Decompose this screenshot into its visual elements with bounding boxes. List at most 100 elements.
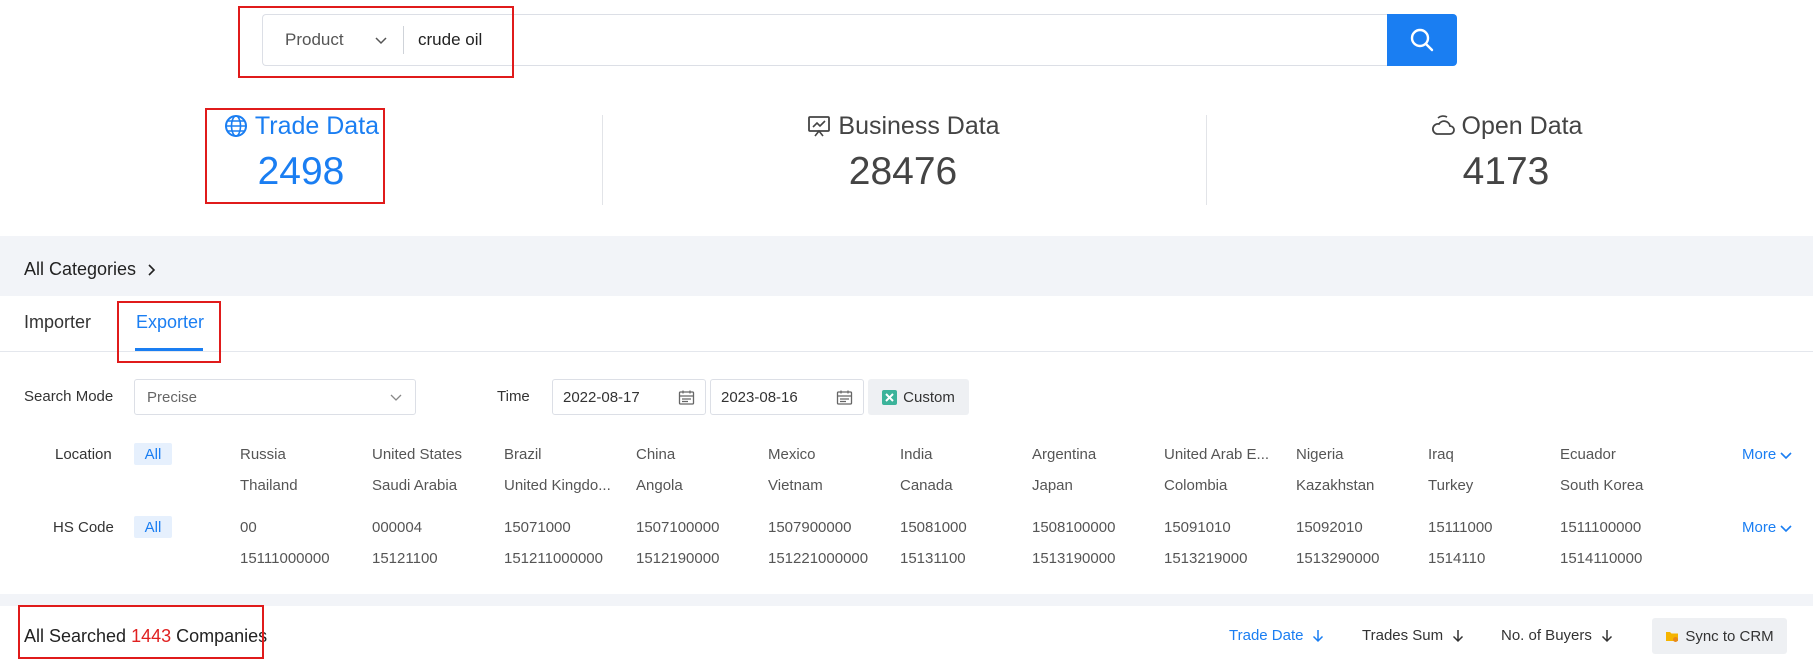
hs-code-option[interactable]: 1513290000: [1296, 550, 1379, 567]
cloud-icon: [1431, 115, 1455, 135]
tab-importer[interactable]: Importer: [24, 312, 91, 333]
stat-divider: [1206, 115, 1207, 205]
hs-code-option[interactable]: 151211000000: [504, 550, 603, 567]
all-categories-label: All Categories: [24, 259, 137, 279]
hs-code-option[interactable]: 15121100: [372, 550, 438, 567]
calendar-icon: [836, 390, 853, 405]
stat-label: Trade Data: [0, 108, 602, 144]
location-option[interactable]: South Korea: [1560, 477, 1643, 494]
custom-range-icon: [882, 389, 898, 405]
location-option[interactable]: Turkey: [1428, 477, 1473, 494]
location-option[interactable]: Argentina: [1032, 446, 1096, 463]
sync-to-crm-button[interactable]: Sync to CRM: [1652, 618, 1787, 654]
hs-code-more-button[interactable]: More: [1742, 519, 1793, 536]
location-option[interactable]: United Kingdo...: [504, 477, 611, 494]
hs-code-option[interactable]: 15081000: [900, 519, 967, 536]
hs-code-option[interactable]: 1512190000: [636, 550, 719, 567]
location-option[interactable]: India: [900, 446, 933, 463]
chevron-down-icon: [390, 394, 402, 401]
categories-band: [0, 236, 1813, 296]
location-option[interactable]: Ecuador: [1560, 446, 1616, 463]
custom-label: Custom: [903, 388, 955, 406]
stat-divider: [602, 115, 603, 205]
chevron-down-icon: [1780, 524, 1792, 532]
hs-code-option[interactable]: 15092010: [1296, 519, 1363, 536]
hs-code-option[interactable]: 00: [240, 519, 257, 536]
hs-code-all-filter[interactable]: All: [134, 516, 172, 538]
custom-date-button[interactable]: Custom: [868, 379, 969, 415]
location-option[interactable]: Brazil: [504, 446, 542, 463]
hs-code-option[interactable]: 15131100: [900, 550, 966, 567]
location-option[interactable]: United Arab E...: [1164, 446, 1269, 463]
all-categories-link[interactable]: All Categories: [24, 259, 158, 280]
search-mode-select[interactable]: Precise: [134, 379, 416, 415]
hs-code-option[interactable]: 15111000000: [240, 550, 330, 567]
search-type-select[interactable]: Product: [263, 15, 403, 65]
stat-trade-data-value: 2498: [257, 150, 345, 193]
hs-code-option[interactable]: 151221000000: [768, 550, 868, 567]
arrow-down-icon: [1601, 629, 1612, 642]
location-option[interactable]: Colombia: [1164, 477, 1227, 494]
tab-exporter[interactable]: Exporter: [136, 312, 204, 333]
time-label: Time: [497, 388, 530, 405]
hs-code-option[interactable]: 1513219000: [1164, 550, 1247, 567]
stat-open-data-label: Open Data: [1461, 111, 1583, 140]
sort-no-of-buyers-label: No. of Buyers: [1501, 627, 1592, 644]
hs-code-option[interactable]: 1511100000: [1560, 519, 1641, 536]
search-icon: [1410, 28, 1434, 52]
search-type-label: Product: [285, 30, 344, 49]
location-option[interactable]: Canada: [900, 477, 953, 494]
results-separator: [0, 594, 1813, 606]
location-more-button[interactable]: More: [1742, 446, 1793, 463]
location-option[interactable]: Mexico: [768, 446, 816, 463]
sort-trade-date[interactable]: Trade Date: [1229, 627, 1325, 644]
location-option[interactable]: Kazakhstan: [1296, 477, 1374, 494]
date-from-value: 2022-08-17: [563, 388, 640, 406]
hs-code-option[interactable]: 1507100000: [636, 519, 719, 536]
location-option[interactable]: Angola: [636, 477, 683, 494]
hs-code-option[interactable]: 15111000: [1428, 519, 1493, 536]
location-all-filter[interactable]: All: [134, 443, 172, 465]
chevron-down-icon: [375, 37, 387, 45]
date-to-value: 2023-08-16: [721, 388, 798, 406]
location-option[interactable]: Iraq: [1428, 446, 1454, 463]
location-option[interactable]: Thailand: [240, 477, 298, 494]
hs-code-option[interactable]: 1514110000: [1560, 550, 1642, 567]
hs-code-option[interactable]: 000004: [372, 519, 422, 536]
stat-label: Open Data: [1205, 108, 1807, 144]
date-to-picker[interactable]: 2023-08-16: [710, 379, 864, 415]
search-mode-label: Search Mode: [24, 388, 114, 405]
search-input[interactable]: [404, 15, 1387, 65]
location-option[interactable]: Japan: [1032, 477, 1073, 494]
location-option[interactable]: Russia: [240, 446, 286, 463]
stat-trade-data[interactable]: Trade Data 2498: [0, 108, 602, 194]
hs-code-option[interactable]: 15071000: [504, 519, 571, 536]
results-summary: All Searched 1443 Companies: [24, 626, 267, 647]
results-count: 1443: [131, 626, 172, 646]
hs-code-option[interactable]: 1514110: [1428, 550, 1485, 567]
location-option[interactable]: China: [636, 446, 675, 463]
hs-code-option[interactable]: 1513190000: [1032, 550, 1115, 567]
search-button[interactable]: [1387, 14, 1457, 66]
sort-no-of-buyers[interactable]: No. of Buyers: [1501, 627, 1614, 644]
sync-to-crm-label: Sync to CRM: [1685, 627, 1774, 645]
hs-code-label: HS Code: [53, 519, 114, 536]
location-option[interactable]: Vietnam: [768, 477, 823, 494]
hs-code-option[interactable]: 15091010: [1164, 519, 1231, 536]
folder-sync-icon: [1666, 632, 1679, 642]
stat-open-data[interactable]: Open Data 4173: [1205, 108, 1807, 194]
hs-code-more-label: More: [1742, 519, 1777, 536]
stat-business-data[interactable]: Business Data 28476: [602, 108, 1204, 194]
sort-trades-sum-label: Trades Sum: [1362, 627, 1444, 644]
stat-label: Business Data: [602, 108, 1204, 144]
tab-bar: Importer Exporter: [0, 296, 1813, 352]
location-option[interactable]: Saudi Arabia: [372, 477, 457, 494]
date-from-picker[interactable]: 2022-08-17: [552, 379, 706, 415]
stat-open-data-value: 4173: [1462, 150, 1550, 193]
sort-trades-sum[interactable]: Trades Sum: [1362, 627, 1465, 644]
location-option[interactable]: United States: [372, 446, 462, 463]
hs-code-option[interactable]: 1507900000: [768, 519, 851, 536]
hs-code-option[interactable]: 1508100000: [1032, 519, 1115, 536]
location-option[interactable]: Nigeria: [1296, 446, 1344, 463]
stat-business-data-label: Business Data: [838, 111, 1000, 140]
